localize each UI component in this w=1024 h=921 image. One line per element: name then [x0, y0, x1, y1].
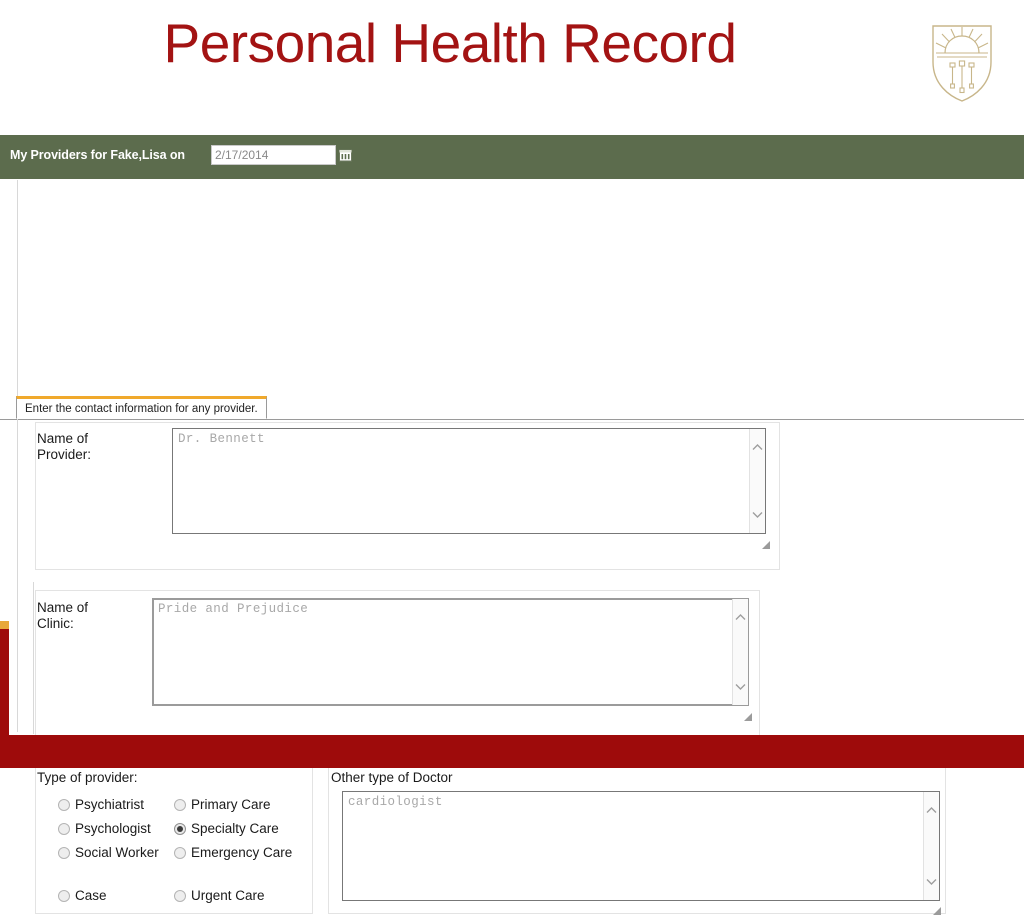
radio-option-emergency-care[interactable]: Emergency Care	[174, 844, 294, 862]
form-area: Enter the contact information for any pr…	[0, 179, 1024, 915]
radio-icon[interactable]	[174, 847, 186, 859]
radio-icon[interactable]	[58, 890, 70, 902]
provider-type-label: Type of provider:	[37, 770, 138, 785]
clinic-name-textarea[interactable]: Pride and Prejudice	[152, 598, 749, 706]
providers-header-bar: My Providers for Fake,Lisa on	[0, 135, 1024, 179]
radio-option-case[interactable]: Case	[58, 887, 168, 905]
radio-icon[interactable]	[58, 799, 70, 811]
radio-icon[interactable]	[174, 890, 186, 902]
clinic-resize-grip[interactable]	[743, 709, 753, 721]
radio-option-social-worker[interactable]: Social Worker	[58, 844, 168, 862]
clinic-label: Name of Clinic:	[37, 600, 89, 631]
bottom-accent-red-bar	[0, 735, 1024, 768]
radio-row: Psychiatrist Primary Care	[50, 796, 305, 820]
radio-label: Psychologist	[75, 821, 151, 836]
other-doctor-label: Other type of Doctor	[331, 770, 453, 785]
radio-icon[interactable]	[58, 847, 70, 859]
radio-label: Emergency Care	[191, 845, 293, 860]
radio-icon[interactable]	[174, 799, 186, 811]
clinic-textarea-scrollbar[interactable]	[732, 599, 748, 705]
radio-label: Primary Care	[191, 797, 271, 812]
left-accent-orange-mark	[0, 621, 9, 629]
university-crest-logo	[927, 22, 997, 104]
radio-label: Social Worker	[75, 845, 159, 860]
provider-type-radio-grid: Psychiatrist Primary Care Psychologist S…	[50, 796, 305, 886]
radio-label: Urgent Care	[191, 888, 265, 903]
page-rule-left	[17, 180, 18, 732]
radio-label: Case	[75, 888, 107, 903]
provider-name-textarea[interactable]: Dr. Bennett	[172, 428, 766, 534]
chevron-down-icon	[926, 879, 937, 885]
radio-option-specialty-care[interactable]: Specialty Care	[174, 820, 294, 838]
radio-label: Specialty Care	[191, 821, 279, 836]
left-accent-red-stripe	[0, 628, 9, 735]
chevron-up-icon	[752, 444, 763, 450]
slide-header: Personal Health Record	[0, 0, 1024, 136]
radio-option-urgent-care[interactable]: Urgent Care	[174, 887, 294, 905]
radio-row: Case Urgent Care	[50, 887, 305, 911]
chevron-down-icon	[735, 684, 746, 690]
other-doctor-textarea[interactable]: cardiologist	[342, 791, 940, 901]
other-doctor-placeholder-text: cardiologist	[348, 795, 443, 809]
radio-option-psychologist[interactable]: Psychologist	[58, 820, 168, 838]
provider-textarea-scrollbar[interactable]	[749, 429, 765, 533]
radio-row: Psychologist Specialty Care	[50, 820, 305, 844]
page-rule-inner	[33, 582, 34, 734]
date-input[interactable]	[211, 145, 336, 165]
provider-label: Name of Provider:	[37, 431, 92, 462]
page-title: Personal Health Record	[163, 12, 737, 74]
radio-option-psychiatrist[interactable]: Psychiatrist	[58, 796, 168, 814]
tab-enter-contact-information[interactable]: Enter the contact information for any pr…	[16, 396, 267, 419]
provider-resize-grip[interactable]	[761, 537, 771, 549]
provider-placeholder-text: Dr. Bennett	[178, 432, 265, 446]
chevron-down-icon	[752, 512, 763, 518]
providers-heading: My Providers for Fake,Lisa on	[10, 148, 185, 162]
radio-option-primary-care[interactable]: Primary Care	[174, 796, 294, 814]
other-doctor-resize-grip[interactable]	[932, 903, 942, 915]
radio-label: Psychiatrist	[75, 797, 145, 812]
radio-icon-selected[interactable]	[174, 823, 186, 835]
radio-icon[interactable]	[58, 823, 70, 835]
clinic-placeholder-text: Pride and Prejudice	[158, 602, 309, 616]
chevron-up-icon	[926, 807, 937, 813]
tab-strip-underline	[0, 419, 1024, 420]
calendar-icon[interactable]	[338, 148, 353, 163]
chevron-up-icon	[735, 614, 746, 620]
radio-row: Social Worker Emergency Care	[50, 844, 305, 886]
other-doctor-textarea-scrollbar[interactable]	[923, 792, 939, 900]
